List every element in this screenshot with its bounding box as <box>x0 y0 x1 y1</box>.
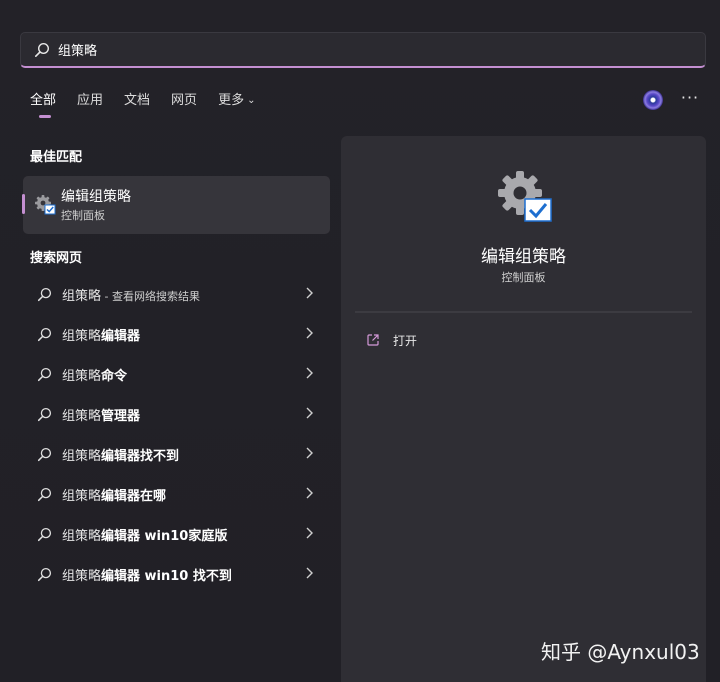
best-match-name: 编辑组策略 <box>61 189 131 205</box>
search-icon <box>37 567 52 581</box>
web-result-item[interactable]: 组策略编辑器 win10 找不到 <box>23 554 330 594</box>
search-icon <box>37 527 52 541</box>
chevron-right-icon <box>306 447 313 459</box>
web-result-item[interactable]: 组策略编辑器 win10家庭版 <box>23 514 330 554</box>
chevron-right-icon <box>306 407 313 419</box>
chevron-right-icon <box>306 527 313 539</box>
watermark: 知乎 @Aynxul03 <box>541 640 700 664</box>
web-result-item[interactable]: 组策略编辑器在哪 <box>23 474 330 514</box>
gear-checkbox-icon <box>35 195 56 215</box>
tab-label: 文档 <box>124 93 151 108</box>
more-options-icon[interactable]: ··· <box>680 90 700 110</box>
chevron-right-icon <box>306 567 313 579</box>
web-result-label: 组策略编辑器找不到 <box>62 448 180 464</box>
chevron-right-icon <box>306 487 313 499</box>
search-input[interactable] <box>58 42 658 57</box>
web-search-heading: 搜索网页 <box>30 251 83 266</box>
web-result-item[interactable]: 组策略编辑器 <box>23 314 330 354</box>
preview-title: 编辑组策略 <box>481 247 566 267</box>
gear-checkbox-icon <box>498 171 552 222</box>
web-result-item[interactable]: 组策略编辑器找不到 <box>23 434 330 474</box>
filter-tabs: 全部 应用 文档 网页 更多 ⌄ <box>30 92 276 118</box>
web-result-label: 组策略编辑器在哪 <box>62 488 167 504</box>
chevron-right-icon <box>306 327 313 339</box>
divider <box>355 311 692 313</box>
open-button[interactable]: 打开 <box>366 329 417 351</box>
chevron-right-icon <box>306 287 313 299</box>
search-icon <box>37 287 52 301</box>
search-icon <box>37 327 52 341</box>
web-result-label: 组策略 - 查看网络搜索结果 <box>62 288 200 304</box>
tab-web[interactable]: 网页 <box>171 92 197 116</box>
web-result-label: 组策略命令 <box>62 368 128 384</box>
tab-apps[interactable]: 应用 <box>77 92 103 116</box>
best-match-item[interactable]: 编辑组策略 控制面板 <box>22 176 330 234</box>
web-result-label: 组策略编辑器 win10家庭版 <box>62 528 228 544</box>
web-result-label: 组策略编辑器 <box>62 328 141 344</box>
web-result-item[interactable]: 组策略命令 <box>23 354 330 394</box>
search-icon <box>34 42 50 57</box>
web-result-label: 组策略管理器 <box>62 408 141 424</box>
web-result-item[interactable]: 组策略管理器 <box>23 394 330 434</box>
chevron-down-icon: ⌄ <box>247 95 256 106</box>
web-result-label: 组策略编辑器 win10 找不到 <box>62 568 232 584</box>
search-box[interactable] <box>20 32 706 68</box>
search-icon <box>37 367 52 381</box>
search-icon <box>37 487 52 501</box>
tab-documents[interactable]: 文档 <box>124 92 150 116</box>
selection-indicator <box>22 194 25 214</box>
start-search-window: 全部 应用 文档 网页 更多⌄ ··· 最佳匹配 编辑组策略 控制面板 搜索网页 <box>0 0 720 682</box>
best-match-heading: 最佳匹配 <box>30 150 83 165</box>
tab-label: 全部 <box>30 93 57 108</box>
preview-panel: 编辑组策略 控制面板 打开 <box>341 136 706 682</box>
preview-subtitle: 控制面板 <box>501 271 546 284</box>
tab-all[interactable]: 全部 <box>30 92 57 118</box>
web-result-item[interactable]: 组策略 - 查看网络搜索结果 <box>23 274 330 314</box>
tab-label: 更多 <box>218 93 245 108</box>
best-match-subtitle: 控制面板 <box>61 209 105 222</box>
tab-label: 网页 <box>171 93 198 108</box>
search-icon <box>37 447 52 461</box>
avatar-icon[interactable] <box>643 90 663 110</box>
web-search-list: 组策略 - 查看网络搜索结果 组策略编辑器 组策略命令 组策略管理器 组策略编辑… <box>23 274 330 594</box>
open-label: 打开 <box>393 333 418 348</box>
search-icon <box>37 407 52 421</box>
chevron-right-icon <box>306 367 313 379</box>
tab-more[interactable]: 更多 ⌄ <box>218 92 255 116</box>
tab-label: 应用 <box>77 93 104 108</box>
open-external-icon <box>367 334 379 346</box>
